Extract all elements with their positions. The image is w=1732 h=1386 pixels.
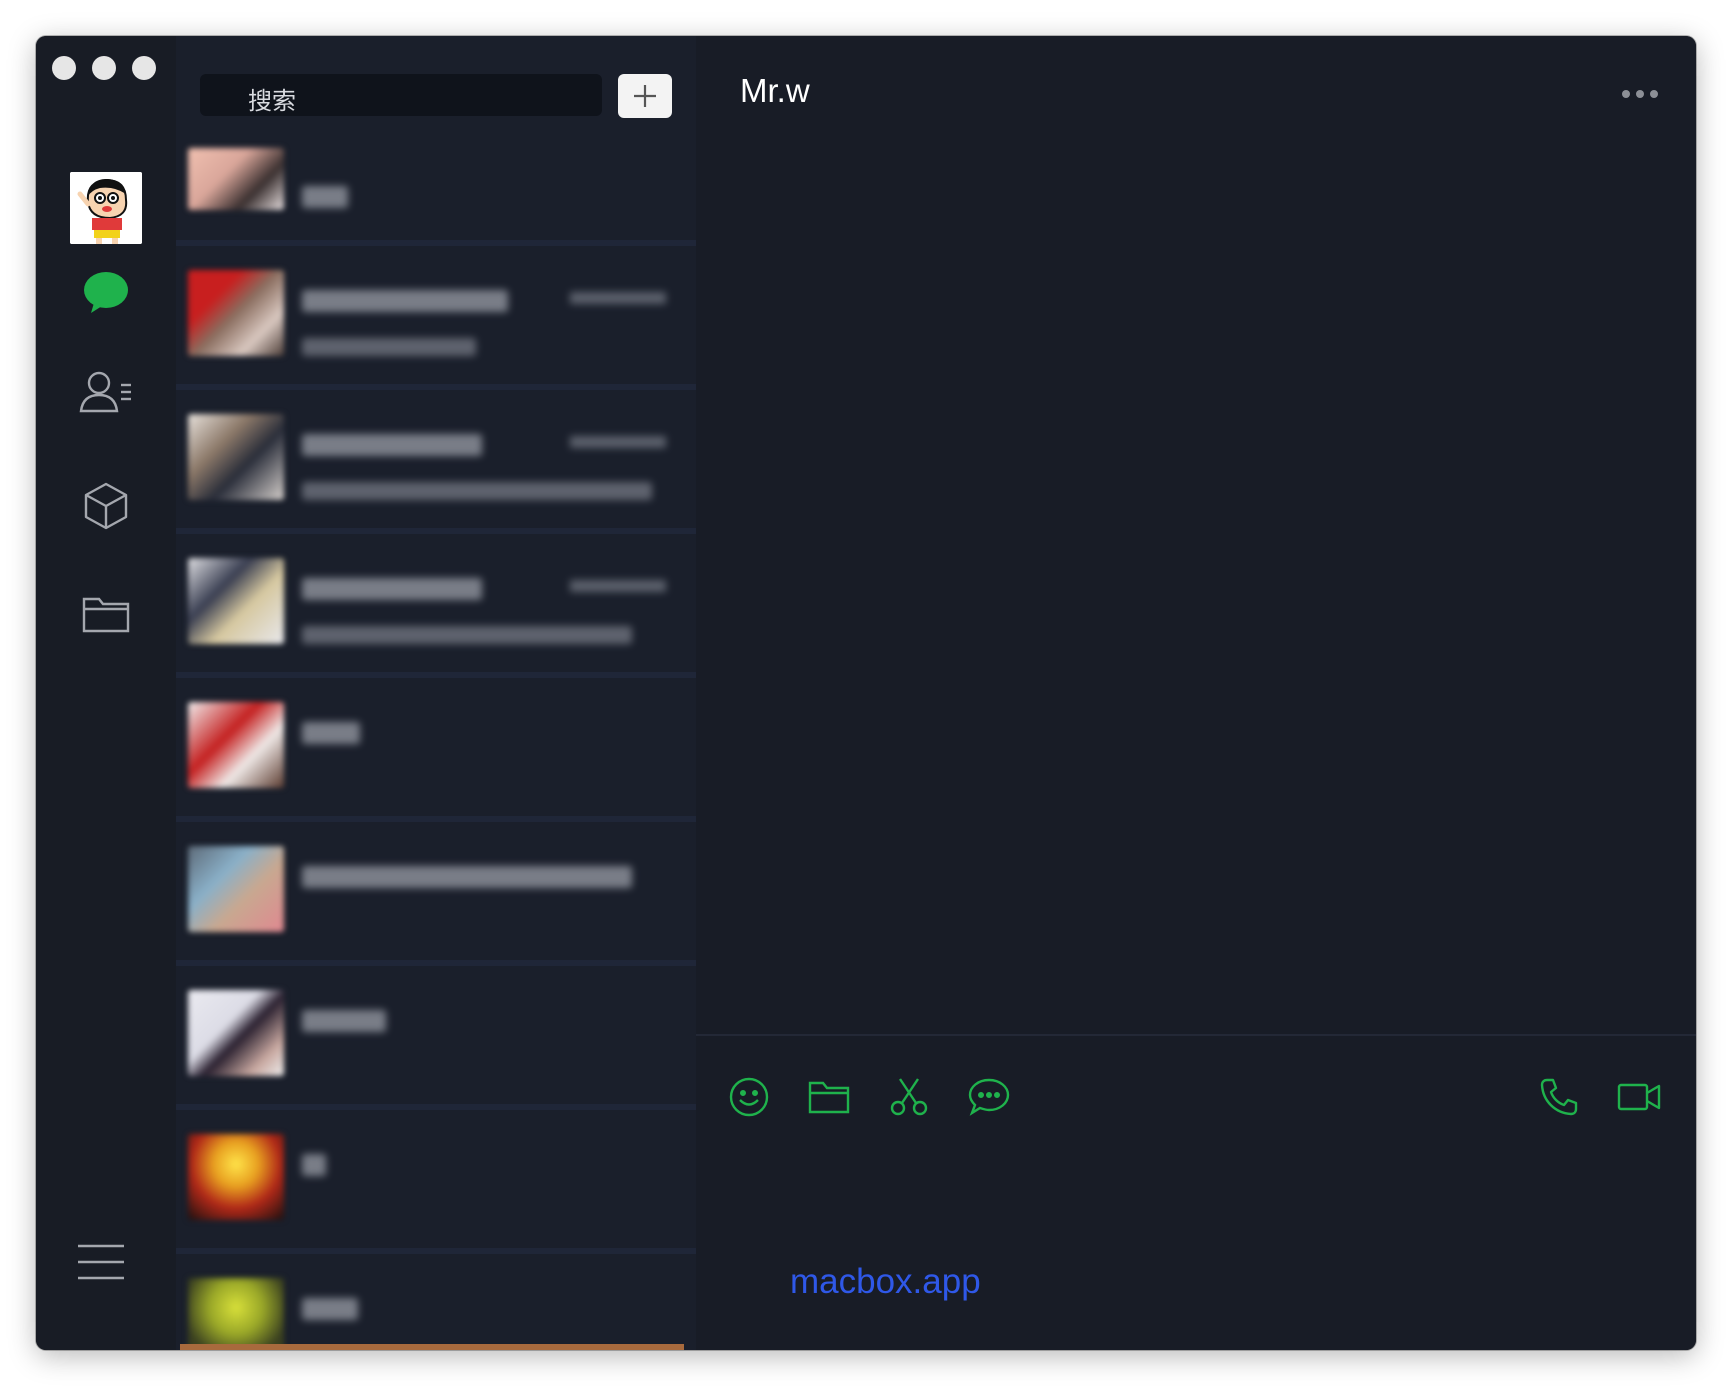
screenshot-button[interactable] bbox=[884, 1072, 934, 1122]
list-item[interactable] bbox=[176, 246, 696, 390]
message-preview-blurred bbox=[302, 626, 632, 644]
chat-bubble-icon bbox=[84, 272, 128, 313]
video-icon bbox=[1617, 1083, 1661, 1111]
timestamp-blurred bbox=[570, 436, 666, 448]
left-nav bbox=[36, 36, 176, 1350]
add-button[interactable] bbox=[618, 74, 672, 118]
contact-name-blurred bbox=[302, 578, 482, 600]
voice-call-button[interactable] bbox=[1534, 1072, 1584, 1122]
more-options-button[interactable] bbox=[1622, 86, 1664, 102]
message-preview-blurred bbox=[302, 866, 632, 888]
phone-icon bbox=[1540, 1078, 1578, 1116]
hamburger-menu-icon bbox=[78, 1244, 124, 1280]
search-input[interactable]: 搜索 bbox=[200, 74, 602, 116]
list-item[interactable] bbox=[176, 534, 696, 678]
scissors-icon bbox=[890, 1078, 928, 1116]
nav-mini-programs[interactable] bbox=[72, 476, 140, 536]
contact-name-blurred bbox=[302, 1298, 358, 1320]
zoom-window-button[interactable] bbox=[132, 56, 156, 80]
contacts-icon bbox=[79, 371, 131, 413]
dot-icon bbox=[1650, 90, 1658, 98]
contact-avatar bbox=[188, 148, 284, 210]
conversation-list-panel: 搜索 bbox=[176, 36, 696, 1350]
contact-name-blurred bbox=[302, 1154, 326, 1176]
contact-name-blurred bbox=[302, 186, 348, 208]
contact-avatar bbox=[188, 270, 284, 356]
contact-avatar bbox=[188, 1134, 284, 1220]
video-call-button[interactable] bbox=[1614, 1072, 1664, 1122]
dot-icon bbox=[1636, 90, 1644, 98]
emoji-icon bbox=[729, 1077, 769, 1117]
minimize-window-button[interactable] bbox=[92, 56, 116, 80]
contact-name-blurred bbox=[302, 722, 360, 744]
message-preview-blurred bbox=[302, 482, 652, 500]
close-window-button[interactable] bbox=[52, 56, 76, 80]
contact-avatar bbox=[188, 702, 284, 788]
settings-menu-button[interactable] bbox=[76, 1242, 126, 1282]
list-item[interactable] bbox=[176, 1254, 696, 1350]
cartoon-avatar-icon bbox=[70, 172, 142, 244]
compose-divider bbox=[696, 1034, 1696, 1036]
cube-icon bbox=[84, 482, 128, 530]
contact-name-blurred bbox=[302, 1010, 386, 1032]
contact-avatar bbox=[188, 1278, 284, 1350]
list-item[interactable] bbox=[176, 966, 696, 1110]
window-controls bbox=[52, 56, 156, 80]
nav-files[interactable] bbox=[72, 584, 140, 644]
app-window: 搜索 Mr.w macbox.app bbox=[36, 36, 1696, 1350]
folder-icon bbox=[808, 1081, 850, 1114]
send-file-button[interactable] bbox=[804, 1072, 854, 1122]
list-item[interactable] bbox=[176, 678, 696, 822]
nav-contacts[interactable] bbox=[72, 362, 140, 422]
list-item[interactable] bbox=[176, 1110, 696, 1254]
contact-name-blurred bbox=[302, 290, 508, 312]
user-avatar[interactable] bbox=[70, 172, 142, 244]
contact-avatar bbox=[188, 846, 284, 932]
nav-chats[interactable] bbox=[72, 262, 140, 322]
search-placeholder: 搜索 bbox=[248, 87, 296, 115]
list-item[interactable] bbox=[176, 148, 696, 246]
list-scroll-edge bbox=[180, 1344, 684, 1350]
chat-history-icon bbox=[968, 1078, 1010, 1116]
timestamp-blurred bbox=[570, 292, 666, 304]
list-item[interactable] bbox=[176, 390, 696, 534]
contact-avatar bbox=[188, 558, 284, 644]
dot-icon bbox=[1622, 90, 1630, 98]
contact-avatar bbox=[188, 414, 284, 500]
plus-icon bbox=[634, 85, 656, 107]
watermark-text: macbox.app bbox=[790, 1262, 981, 1301]
timestamp-blurred bbox=[570, 580, 666, 592]
contact-avatar bbox=[188, 990, 284, 1076]
chat-history-button[interactable] bbox=[964, 1072, 1014, 1122]
folder-icon bbox=[82, 597, 130, 633]
conversation-list bbox=[176, 148, 696, 1350]
list-item[interactable] bbox=[176, 822, 696, 966]
message-preview-blurred bbox=[302, 338, 476, 356]
chat-title: Mr.w bbox=[740, 72, 810, 109]
contact-name-blurred bbox=[302, 434, 482, 456]
emoji-button[interactable] bbox=[724, 1072, 774, 1122]
chat-panel: Mr.w macbox.app bbox=[696, 36, 1696, 1350]
